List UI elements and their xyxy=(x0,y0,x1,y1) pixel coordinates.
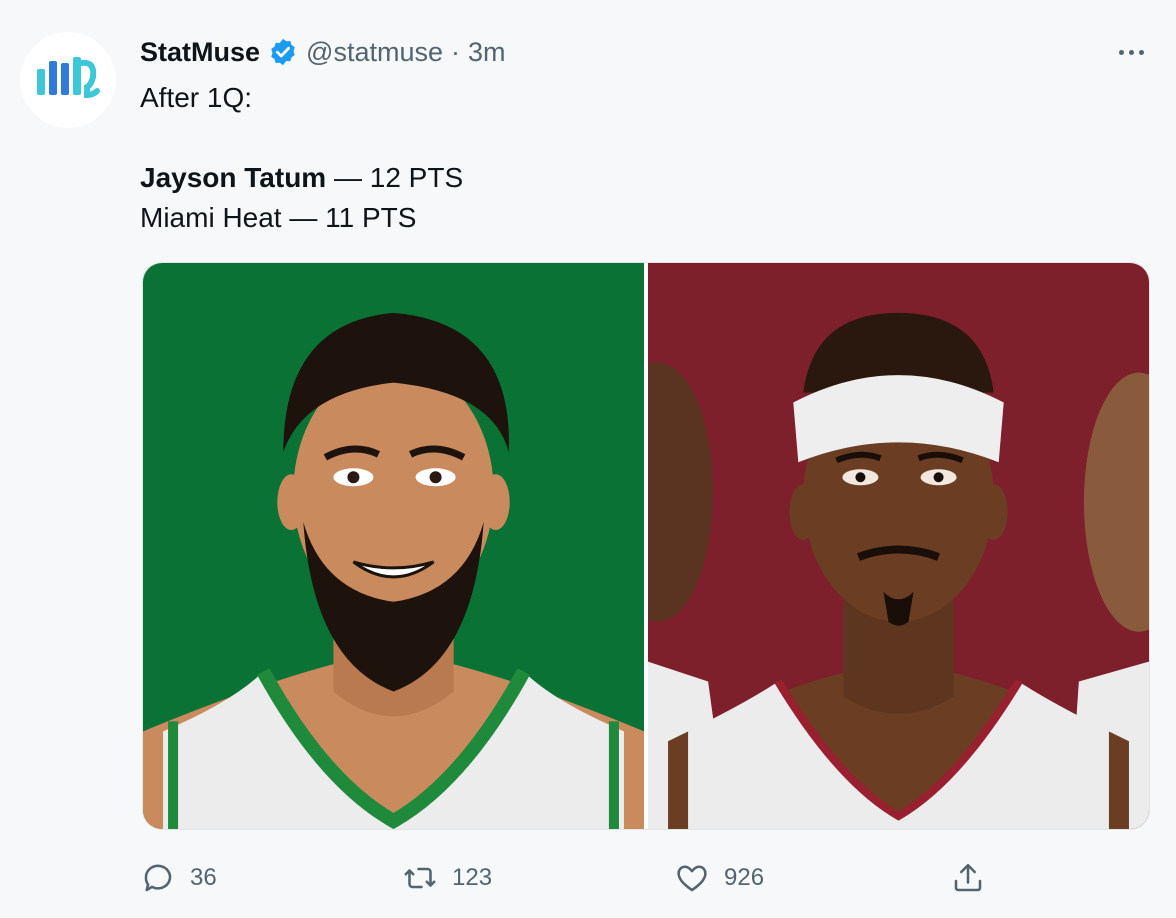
player-stat: — 12 PTS xyxy=(326,162,464,193)
share-button[interactable] xyxy=(950,850,986,906)
retweet-button[interactable]: 123 xyxy=(402,850,492,906)
statmuse-logo-icon xyxy=(37,57,100,99)
tweet-text: After 1Q: Jayson Tatum — 12 PTS Miami He… xyxy=(140,78,1120,238)
timestamp[interactable]: 3m xyxy=(468,37,506,68)
like-button[interactable]: 926 xyxy=(674,850,764,906)
share-icon xyxy=(954,863,982,892)
tweet-line-player: Jayson Tatum — 12 PTS xyxy=(140,158,1120,198)
media-image-left[interactable] xyxy=(143,263,644,829)
tweet-header: StatMuse @statmuse · 3m xyxy=(140,34,506,70)
avatar[interactable] xyxy=(20,32,116,128)
tweet-card: StatMuse @statmuse · 3m After 1Q: Jayson… xyxy=(0,0,1176,918)
player-illustration-red xyxy=(648,263,1149,829)
media-grid[interactable] xyxy=(142,262,1150,830)
tweet-line-team: Miami Heat — 11 PTS xyxy=(140,202,417,233)
like-count: 926 xyxy=(724,864,765,891)
player-illustration-green xyxy=(143,263,644,829)
reply-icon xyxy=(144,864,172,892)
display-name[interactable]: StatMuse xyxy=(140,37,260,68)
separator-dot: · xyxy=(450,36,460,67)
more-options-icon[interactable] xyxy=(1114,38,1148,66)
tweet-line-intro: After 1Q: xyxy=(140,82,253,113)
user-handle[interactable]: @statmuse xyxy=(306,37,443,68)
retweet-count: 123 xyxy=(452,864,493,891)
player-name: Jayson Tatum xyxy=(140,162,327,193)
media-image-right[interactable] xyxy=(648,263,1149,829)
reply-button[interactable]: 36 xyxy=(140,850,217,906)
verified-badge-icon xyxy=(271,38,295,66)
reply-count: 36 xyxy=(190,864,217,891)
heart-icon xyxy=(677,865,707,892)
retweet-icon xyxy=(404,867,436,889)
action-bar: 36 123 926 xyxy=(140,850,1000,906)
